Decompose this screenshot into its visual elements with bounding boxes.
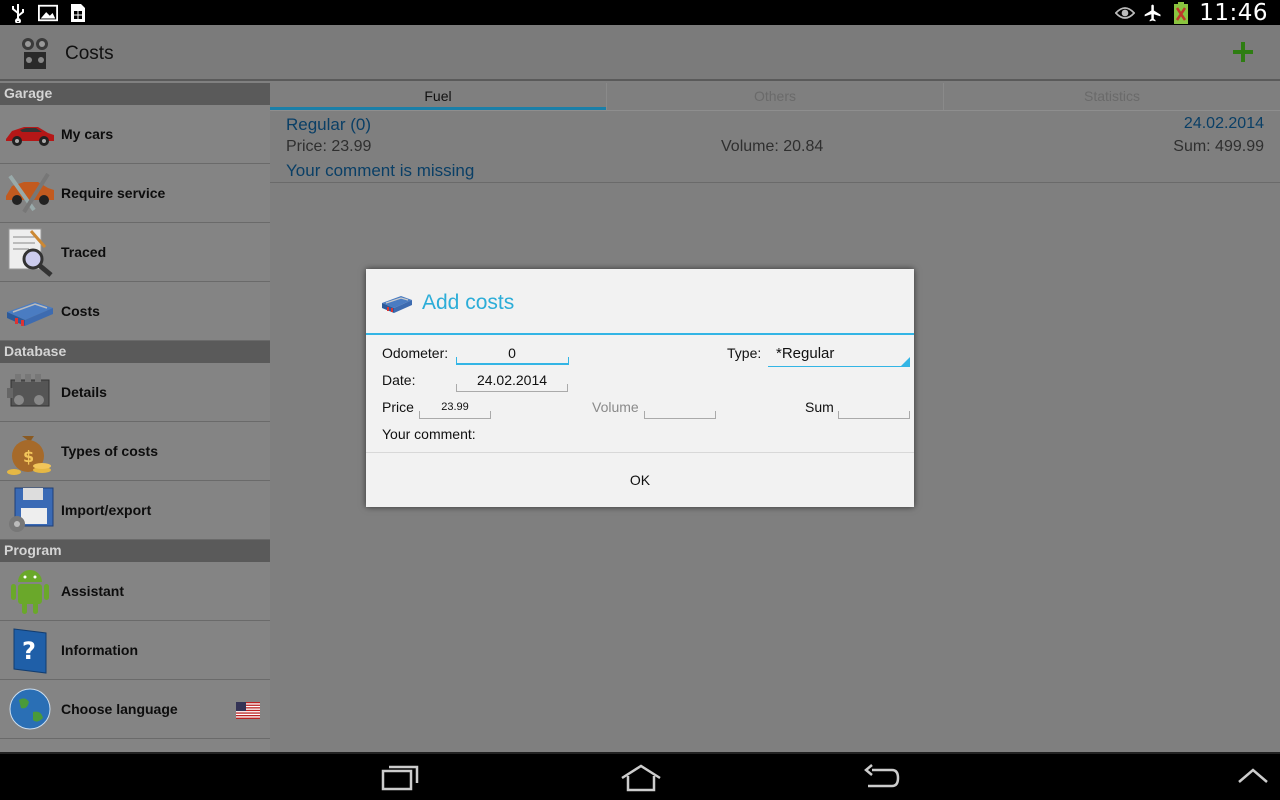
sidebar: Garage My cars Require service Traced Co…: [0, 83, 270, 752]
navigation-bar: [0, 752, 1280, 800]
sidebar-item-label: Costs: [61, 303, 100, 319]
us-flag-icon: [236, 702, 260, 719]
record-date: 24.02.2014: [1183, 115, 1264, 132]
sidebar-item-label: Details: [61, 384, 107, 400]
page-title: Costs: [65, 43, 114, 64]
sidebar-section-database: Database: [0, 341, 270, 363]
type-spinner-underline: [768, 366, 910, 367]
tab-fuel[interactable]: Fuel: [270, 83, 606, 110]
sidebar-item-costs[interactable]: Costs: [0, 282, 270, 341]
date-underline: [456, 384, 568, 392]
dialog-body: Odometer: 0 Type: *Regular Date: 24.02.2…: [366, 335, 914, 451]
type-spinner[interactable]: *Regular: [776, 345, 834, 362]
magnifier-icon: [3, 227, 57, 277]
sidebar-item-require-service[interactable]: Require service: [0, 164, 270, 223]
plus-icon: [1233, 42, 1253, 62]
price-label: Price: [382, 399, 414, 415]
sidebar-item-label: Choose language: [61, 701, 178, 717]
engine-icon: [3, 367, 57, 417]
status-bar-right-icons: 11:46: [1115, 0, 1268, 26]
record-volume: Volume: 20.84: [721, 138, 824, 155]
add-cost-button[interactable]: [1228, 37, 1258, 67]
price-underline: [419, 411, 491, 419]
recent-apps-icon[interactable]: [380, 764, 420, 794]
fuel-card-icon: [3, 286, 57, 336]
help-book-icon: ?: [3, 625, 57, 675]
dropdown-arrow-icon: [900, 357, 910, 367]
usb-icon: [8, 3, 28, 23]
ok-button[interactable]: OK: [366, 453, 914, 507]
sidebar-section-program: Program: [0, 540, 270, 562]
status-bar: 11:46: [0, 0, 1280, 26]
sim-icon: [68, 3, 88, 23]
dialog-footer: OK: [366, 452, 914, 507]
car-icon: [3, 109, 57, 159]
battery-icon: [1171, 1, 1191, 24]
sidebar-item-label: Traced: [61, 244, 107, 260]
clock: 11:46: [1199, 0, 1268, 26]
record-title: Regular (0): [286, 115, 372, 134]
sidebar-item-types-of-costs[interactable]: $ Types of costs: [0, 422, 270, 481]
sum-label: Sum: [805, 399, 834, 415]
date-label: Date:: [382, 372, 416, 388]
status-bar-left-icons: [8, 2, 88, 23]
tab-others[interactable]: Others: [606, 83, 943, 110]
sidebar-section-garage: Garage: [0, 83, 270, 105]
odometer-underline: [456, 357, 569, 365]
tab-bar: Fuel Others Statistics: [270, 83, 1280, 111]
action-bar: Costs: [0, 25, 1280, 81]
sum-underline: [838, 411, 910, 419]
volume-label: Volume: [592, 399, 639, 415]
home-icon[interactable]: [620, 764, 661, 794]
sidebar-item-information[interactable]: ? Information: [0, 621, 270, 680]
sidebar-item-import-export[interactable]: Import/export: [0, 481, 270, 540]
expand-up-icon[interactable]: [1236, 764, 1276, 794]
record-price: Price: 23.99: [286, 138, 372, 155]
sidebar-item-label: Require service: [61, 185, 166, 201]
record-sum: Sum: 499.99: [1173, 138, 1264, 155]
sidebar-item-my-cars[interactable]: My cars: [0, 105, 270, 164]
sidebar-item-traced[interactable]: Traced: [0, 223, 270, 282]
repair-car-icon: [3, 168, 57, 218]
record-comment: Your comment is missing: [286, 161, 475, 180]
sidebar-item-details[interactable]: Details: [0, 363, 270, 422]
sidebar-item-label: Types of costs: [61, 443, 158, 459]
cost-record[interactable]: Regular (0) 24.02.2014 Price: 23.99 Volu…: [270, 111, 1280, 183]
airplane-mode-icon: [1143, 3, 1163, 23]
android-icon: [3, 566, 57, 616]
app-logo-icon[interactable]: [18, 35, 52, 71]
sidebar-item-label: Assistant: [61, 583, 125, 599]
add-costs-dialog: Add costs Odometer: 0 Type: *Regular Dat…: [366, 269, 914, 507]
sidebar-item-label: Import/export: [61, 502, 152, 518]
sidebar-item-choose-language[interactable]: Choose language: [0, 680, 270, 739]
sidebar-item-label: My cars: [61, 126, 114, 142]
image-icon: [38, 3, 58, 23]
eye-icon: [1115, 3, 1136, 23]
tab-statistics[interactable]: Statistics: [943, 83, 1280, 110]
svg-text:$: $: [23, 447, 34, 466]
money-bag-icon: $: [3, 426, 57, 476]
volume-underline: [644, 411, 716, 419]
svg-text:?: ?: [22, 637, 36, 665]
comment-label[interactable]: Your comment:: [382, 426, 476, 442]
odometer-label: Odometer:: [382, 345, 449, 361]
dialog-title: Add costs: [422, 291, 515, 314]
floppy-disk-icon: [3, 485, 57, 535]
fuel-card-icon: [381, 291, 413, 315]
globe-icon: [3, 684, 57, 734]
sidebar-item-assistant[interactable]: Assistant: [0, 562, 270, 621]
back-icon[interactable]: [862, 764, 902, 794]
type-label: Type:: [727, 345, 762, 361]
sidebar-item-label: Information: [61, 642, 138, 658]
dialog-header: Add costs: [366, 269, 914, 335]
